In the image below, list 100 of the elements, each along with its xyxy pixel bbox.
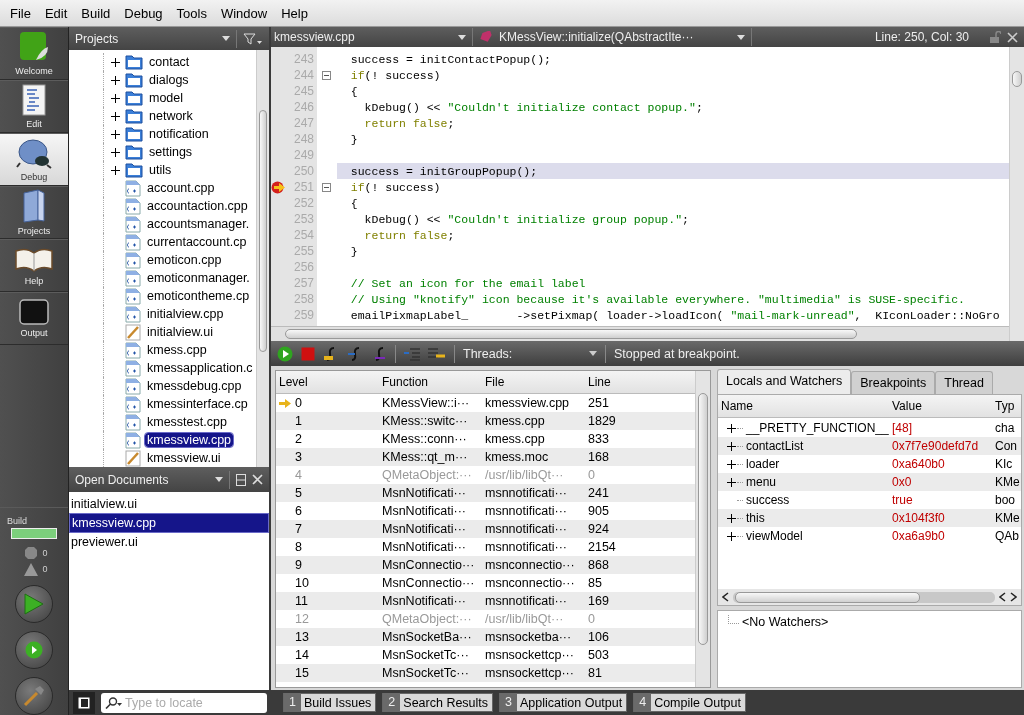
list-arrow-icon[interactable] — [428, 346, 446, 361]
scrollbar[interactable] — [256, 50, 269, 467]
mode-tab[interactable]: Projects — [0, 186, 68, 239]
file-selector[interactable]: kmessview.cpp — [274, 30, 452, 44]
run-button[interactable] — [15, 585, 53, 623]
scrollbar[interactable] — [733, 591, 995, 603]
column-header[interactable]: Value — [889, 399, 992, 413]
mode-tab[interactable]: Output — [0, 292, 68, 345]
scrollbar[interactable] — [1009, 47, 1024, 341]
file-tree-item[interactable]: initialview.ui — [145, 325, 215, 339]
debug-run-button[interactable] — [15, 631, 53, 669]
column-header[interactable]: Function — [379, 375, 482, 389]
variable-name[interactable]: menu — [746, 475, 777, 489]
file-tree-item[interactable]: kmesstest.cpp — [145, 415, 229, 429]
file-tree-item[interactable]: emoticon.cpp — [145, 253, 224, 267]
file-tree-item[interactable]: model — [147, 91, 186, 105]
menu-item[interactable]: Edit — [40, 5, 78, 21]
expand-toggle[interactable] — [109, 147, 121, 157]
variable-name[interactable]: contactList — [746, 439, 804, 453]
filter-icon[interactable] — [243, 32, 263, 45]
file-tree-item[interactable]: network — [147, 109, 195, 123]
file-tree-item[interactable]: kmessview.ui — [145, 451, 223, 465]
menu-item[interactable]: Window — [216, 5, 278, 21]
variable-name[interactable]: loader — [746, 457, 780, 471]
column-header[interactable]: Line — [585, 375, 695, 389]
close-icon[interactable] — [252, 474, 263, 485]
variable-name[interactable]: viewModel — [746, 529, 803, 543]
mode-tab[interactable]: Debug — [0, 133, 68, 186]
output-pane-button[interactable]: 1 Build Issues — [283, 693, 377, 712]
file-tree-item[interactable]: accountsmanager. — [145, 217, 252, 231]
tab[interactable]: Thread — [935, 371, 993, 394]
menu-item[interactable]: Help — [277, 5, 318, 21]
expand-toggle[interactable] — [726, 441, 736, 451]
sidebar-toggle-button[interactable] — [73, 691, 95, 714]
sidebar-icon — [78, 696, 90, 709]
file-tree-item[interactable]: currentaccount.cp — [145, 235, 249, 249]
file-tree-item[interactable]: kmessdebug.cpp — [145, 379, 244, 393]
expand-toggle[interactable] — [726, 531, 736, 541]
menu-item[interactable]: Debug — [120, 5, 173, 21]
file-tree-item[interactable]: kmessapplication.c — [145, 361, 255, 375]
document-item[interactable]: previewer.ui — [69, 533, 269, 551]
column-header[interactable]: Name — [718, 399, 889, 413]
fold-toggle[interactable] — [321, 70, 331, 80]
scrollbar[interactable] — [695, 371, 710, 687]
expand-toggle[interactable] — [109, 57, 121, 67]
output-pane-button[interactable]: 2 Search Results — [382, 693, 494, 712]
expand-toggle[interactable] — [109, 165, 121, 175]
close-icon[interactable] — [1007, 31, 1018, 43]
watchers-list[interactable]: <No Watchers> — [717, 610, 1022, 688]
mode-tab[interactable]: Edit — [0, 80, 68, 133]
file-tree-item[interactable]: accountaction.cpp — [145, 199, 250, 213]
expand-toggle[interactable] — [109, 111, 121, 121]
symbol-selector[interactable]: KMessView::initialize(QAbstractIte··· — [499, 30, 731, 44]
threads-selector[interactable]: Threads: — [463, 346, 581, 361]
file-tree-item[interactable]: kmessview.cpp — [145, 433, 234, 447]
continue-icon[interactable] — [277, 345, 293, 362]
scroll-right-icon[interactable] — [1010, 592, 1017, 602]
expand-toggle[interactable] — [726, 513, 736, 523]
file-tree-item[interactable]: initialview.cpp — [145, 307, 226, 321]
column-header[interactable]: File — [482, 375, 585, 389]
scroll-left-icon[interactable] — [999, 592, 1006, 602]
lock-icon[interactable] — [989, 31, 1001, 43]
variable-name[interactable]: this — [746, 511, 765, 525]
expand-toggle[interactable] — [109, 75, 121, 85]
document-item[interactable]: kmessview.cpp — [69, 513, 269, 533]
menu-item[interactable]: Build — [77, 5, 121, 21]
split-icon[interactable] — [236, 473, 246, 486]
mode-tab[interactable]: Welcome — [0, 27, 68, 80]
expand-toggle[interactable] — [109, 93, 121, 103]
column-header[interactable]: Level — [276, 375, 379, 389]
file-tree-item[interactable]: account.cpp — [145, 181, 217, 195]
file-tree-item[interactable]: utils — [147, 163, 174, 177]
fold-toggle[interactable] — [321, 182, 331, 192]
output-pane-button[interactable]: 4 Compile Output — [633, 693, 746, 712]
expand-toggle[interactable] — [726, 423, 736, 433]
build-button[interactable] — [15, 677, 53, 715]
file-tree-item[interactable]: emoticonmanager. — [145, 271, 252, 285]
expand-toggle[interactable] — [109, 129, 121, 139]
expand-toggle[interactable] — [726, 459, 736, 469]
menu-item[interactable]: Tools — [172, 5, 217, 21]
file-tree-item[interactable]: contact — [147, 55, 192, 69]
file-tree-item[interactable]: kmessinterface.cp — [145, 397, 250, 411]
file-tree-item[interactable]: emoticontheme.cp — [145, 289, 252, 303]
scrollbar[interactable] — [271, 326, 1009, 341]
file-tree-item[interactable]: notification — [147, 127, 211, 141]
tab[interactable]: Breakpoints — [851, 371, 936, 394]
tab[interactable]: Locals and Watchers — [717, 369, 852, 394]
output-pane-button[interactable]: 3 Application Output — [499, 693, 628, 712]
document-item[interactable]: initialview.ui — [69, 495, 269, 513]
expand-toggle[interactable] — [726, 477, 736, 487]
column-header[interactable]: Typ — [992, 399, 1021, 413]
mode-tab[interactable]: Help — [0, 239, 68, 292]
scroll-left-icon[interactable] — [722, 592, 729, 602]
file-tree-item[interactable]: dialogs — [147, 73, 191, 87]
file-tree-item[interactable]: settings — [147, 145, 195, 159]
variable-name[interactable]: __PRETTY_FUNCTION__ — [746, 421, 889, 435]
variable-name[interactable]: success — [746, 493, 790, 507]
locate-field[interactable]: Type to locate — [101, 692, 267, 713]
file-tree-item[interactable]: kmess.cpp — [145, 343, 209, 357]
menu-item[interactable]: File — [6, 5, 41, 21]
